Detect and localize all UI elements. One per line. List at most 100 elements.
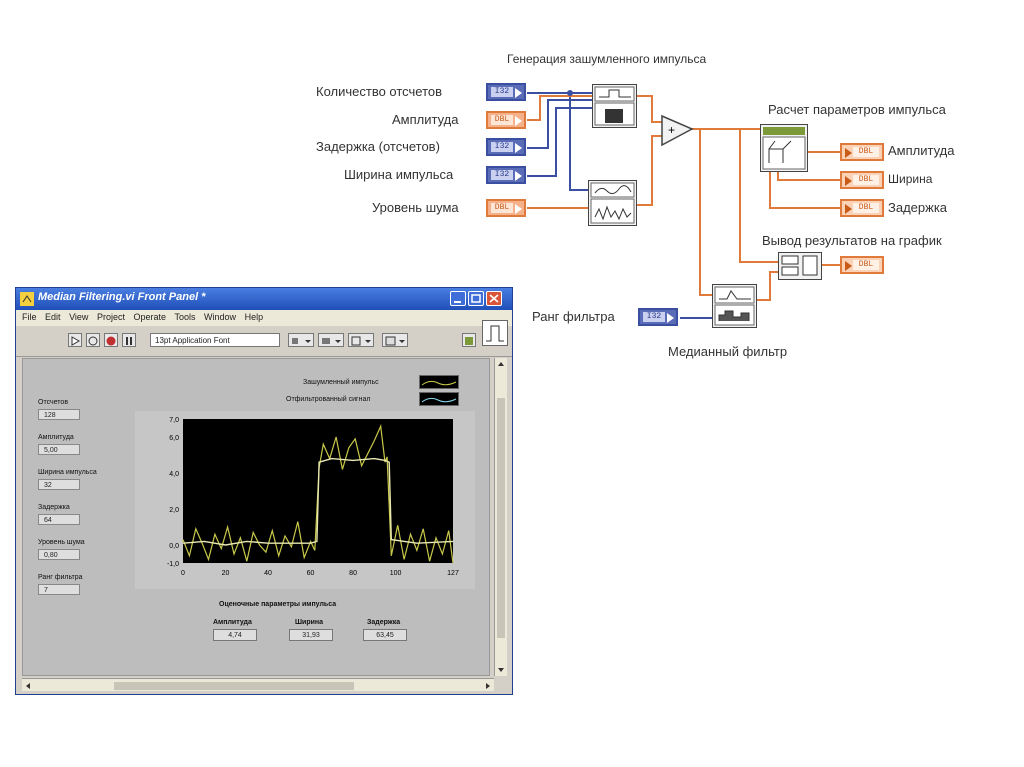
pulse-generator-vi[interactable]: [592, 84, 637, 128]
median-title: Медианный фильтр: [668, 344, 788, 359]
menu-edit[interactable]: Edit: [45, 312, 61, 322]
output-width-indicator: DBL: [840, 171, 884, 189]
close-icon: [489, 294, 499, 303]
median-filter-icon: [714, 286, 755, 326]
pulse-vi-icon: [486, 325, 504, 342]
ctl-rank-label: Ранг фильтра: [38, 574, 83, 581]
ctl-noise-input[interactable]: 0,80: [38, 549, 80, 560]
legend-noisy-swatch: [419, 375, 459, 389]
input-width-label: Ширина импульса: [344, 167, 454, 182]
svg-text:+: +: [668, 123, 675, 137]
run-arrow-icon: [71, 336, 81, 346]
ctl-delay-label: Задержка: [38, 504, 70, 511]
menu-view[interactable]: View: [69, 312, 88, 322]
minimize-button[interactable]: [450, 291, 466, 306]
align-icon: [292, 338, 311, 344]
horizontal-scrollbar[interactable]: [22, 678, 494, 691]
reorder-button[interactable]: [382, 333, 408, 347]
median-filter-vi[interactable]: [712, 284, 757, 328]
x-tick-label: 0: [181, 570, 185, 577]
noise-wave-icon: [590, 182, 635, 224]
menu-project[interactable]: Project: [97, 312, 125, 322]
abort-button[interactable]: [104, 333, 118, 347]
input-noise-label: Уровень шума: [372, 200, 459, 215]
ctl-rank-input[interactable]: 7: [38, 584, 80, 595]
menu-tools[interactable]: Tools: [175, 312, 196, 322]
result-amplitude-label: Амплитуда: [213, 619, 252, 626]
vertical-scrollbar[interactable]: [494, 358, 507, 676]
pause-icon: [126, 337, 132, 345]
results-title: Оценочные параметры импульса: [219, 601, 337, 608]
labview-icon: [20, 292, 34, 306]
maximize-button[interactable]: [468, 291, 484, 306]
bundle-icon: [781, 255, 818, 276]
result-width-value: 31,93: [289, 629, 333, 641]
graph-output-indicator: DBL: [840, 256, 884, 274]
toolbar: 13pt Application Font: [16, 326, 512, 357]
y-tick-label: -1,0: [167, 561, 179, 568]
y-tick-label: 2,0: [169, 507, 179, 514]
window-titlebar[interactable]: Median Filtering.vi Front Panel *: [16, 288, 512, 310]
scroll-arrows-icon: [497, 362, 505, 672]
output-amplitude-label: Амплитуда: [888, 143, 955, 158]
ctl-samples-label: Отсчетов: [38, 399, 69, 406]
waveform-graph[interactable]: 7,0 6,0 4,0 2,0 0,0 -1,0 0 20 40 60 80 100 127: [135, 411, 475, 589]
ctl-width-label: Ширина импульса: [38, 469, 97, 476]
pause-button[interactable]: [122, 333, 136, 347]
align-objects-button[interactable]: [288, 333, 314, 347]
front-panel: Отсчетов 128 Амплитуда 5,00 Ширина импул…: [22, 358, 490, 676]
ctl-delay-input[interactable]: 64: [38, 514, 80, 525]
menu-operate[interactable]: Operate: [133, 312, 166, 322]
input-count-label: Количество отсчетов: [316, 84, 443, 99]
input-noise-terminal[interactable]: DBL: [486, 199, 526, 217]
x-tick-label: 60: [307, 570, 315, 577]
front-panel-window: Median Filtering.vi Front Panel * File E…: [15, 287, 513, 695]
ctl-samples-input[interactable]: 128: [38, 409, 80, 420]
legend-filtered-swatch: [419, 392, 459, 406]
reorder-icon: [385, 336, 405, 346]
stop-icon: [106, 336, 116, 346]
ctl-width-input[interactable]: 32: [38, 479, 80, 490]
input-count-terminal[interactable]: I32: [486, 83, 526, 101]
output-title: Вывод результатов на график: [762, 233, 942, 248]
font-select[interactable]: 13pt Application Font: [150, 333, 280, 347]
output-delay-label: Задержка: [888, 200, 948, 215]
minimize-icon: [454, 301, 461, 303]
filter-rank-label: Ранг фильтра: [532, 309, 615, 324]
maximize-icon: [471, 294, 481, 303]
result-delay-value: 63,45: [363, 629, 407, 641]
bundle-vi[interactable]: [778, 252, 822, 280]
result-amplitude-value: 4,74: [213, 629, 257, 641]
input-width-terminal[interactable]: I32: [486, 166, 526, 184]
input-amplitude-terminal[interactable]: DBL: [486, 111, 526, 129]
result-width-label: Ширина: [295, 619, 324, 626]
run-continuous-icon: [88, 336, 98, 346]
legend-filtered-label: Отфильтрованный сигнал: [286, 396, 371, 403]
output-amplitude-indicator: DBL: [840, 143, 884, 161]
noise-generator-vi[interactable]: [588, 180, 637, 226]
legend-noisy-line-icon: [421, 380, 457, 386]
output-width-label: Ширина: [888, 172, 933, 186]
distribute-objects-button[interactable]: [318, 333, 344, 347]
input-delay-label: Задержка (отсчетов): [316, 139, 440, 154]
close-button[interactable]: [486, 291, 502, 306]
menu-file[interactable]: File: [22, 312, 37, 322]
menu-help[interactable]: Help: [245, 312, 264, 322]
resize-icon: [351, 336, 371, 346]
ctl-amplitude-input[interactable]: 5,00: [38, 444, 80, 455]
run-continuously-button[interactable]: [86, 333, 100, 347]
pulse-measure-vi[interactable]: [760, 124, 808, 172]
hscroll-arrows-icon: [26, 682, 490, 690]
run-button[interactable]: [68, 333, 82, 347]
input-amplitude-label: Амплитуда: [392, 112, 459, 127]
result-delay-label: Задержка: [367, 619, 401, 626]
y-tick-label: 6,0: [169, 435, 179, 442]
input-delay-terminal[interactable]: I32: [486, 138, 526, 156]
output-delay-indicator: DBL: [840, 199, 884, 217]
ctl-noise-label: Уровень шума: [38, 539, 85, 546]
filter-rank-terminal[interactable]: I32: [638, 308, 678, 326]
help-button[interactable]: [462, 333, 476, 347]
menu-window[interactable]: Window: [204, 312, 236, 322]
window-title: Median Filtering.vi Front Panel *: [38, 291, 206, 303]
resize-objects-button[interactable]: [348, 333, 374, 347]
